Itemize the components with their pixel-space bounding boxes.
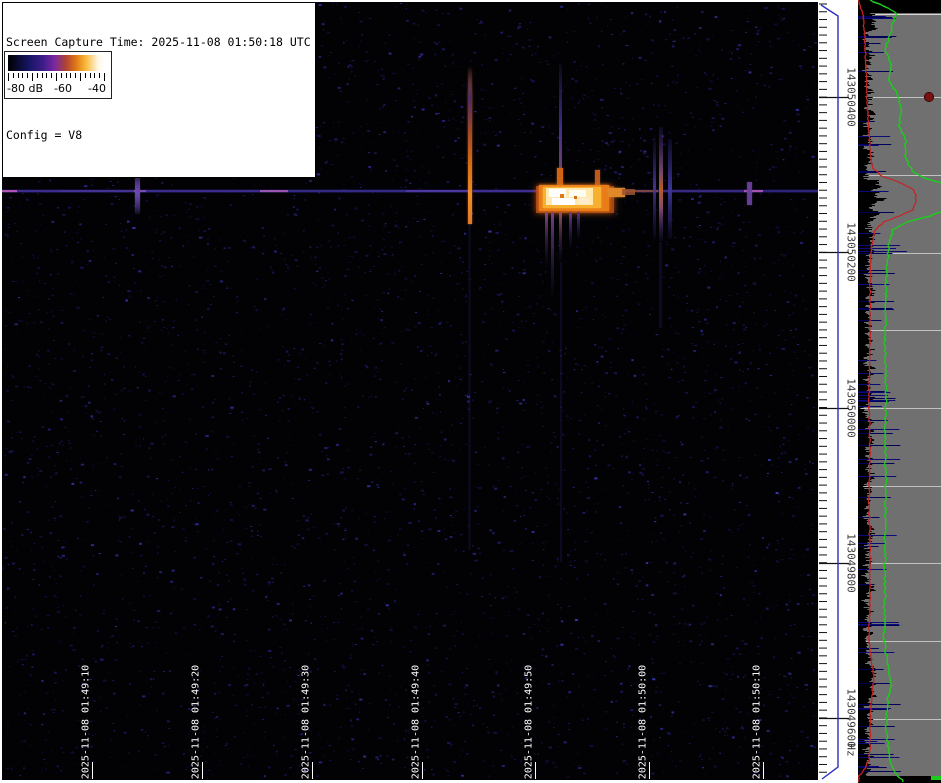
colorbar-tick bbox=[104, 73, 105, 81]
colorbar-label: -60 bbox=[54, 82, 72, 95]
frequency-tick-label: 143050200 bbox=[844, 222, 858, 282]
colorbar-tick bbox=[80, 73, 81, 81]
colorbar-tick bbox=[51, 73, 53, 78]
time-tick-label: 2025-11-08 01:49:20 bbox=[190, 664, 202, 780]
colorbar-tick bbox=[32, 73, 33, 81]
time-tick-label: 2025-11-08 01:49:30 bbox=[300, 664, 312, 780]
colorbar-tick bbox=[75, 73, 77, 78]
colorbar-tick bbox=[56, 73, 57, 81]
colorbar-tick bbox=[22, 73, 24, 78]
time-tick-mark bbox=[312, 762, 313, 779]
colorbar-tick bbox=[84, 73, 86, 78]
time-tick-label: 2025-11-08 01:50:10 bbox=[751, 664, 763, 780]
time-tick-mark bbox=[422, 762, 423, 779]
time-tick-label: 2025-11-08 01:49:10 bbox=[80, 664, 92, 780]
colorbar-tick bbox=[94, 73, 96, 78]
time-tick-mark bbox=[92, 762, 93, 779]
time-tick-label: 2025-11-08 01:49:40 bbox=[410, 664, 422, 780]
colorbar-tick bbox=[46, 73, 48, 78]
frequency-tick-label: 143050000 bbox=[844, 378, 858, 438]
frequency-unit-label: Hz bbox=[844, 743, 858, 757]
screen-capture-window: Screen Capture Time: 2025-11-08 01:50:18… bbox=[0, 0, 941, 783]
spectrum-graph[interactable] bbox=[858, 0, 941, 783]
colorbar-tick bbox=[12, 73, 14, 78]
colorbar-tick bbox=[27, 73, 29, 78]
colorbar-tick bbox=[99, 73, 101, 78]
colorbar-tick bbox=[36, 73, 38, 78]
frequency-tick-label: 143049600 bbox=[844, 688, 858, 748]
colorbar-label: -80 dB bbox=[7, 82, 43, 95]
time-tick-label: 2025-11-08 01:49:50 bbox=[523, 664, 535, 780]
colorbar-tick bbox=[65, 73, 67, 78]
config-label: Config = V8 bbox=[6, 128, 83, 142]
colorbar-gradient bbox=[8, 55, 105, 71]
colorbar-tick bbox=[89, 73, 91, 78]
colorbar-tick bbox=[60, 73, 62, 78]
colorbar-tick bbox=[41, 73, 43, 78]
frequency-tick-label: 143049800 bbox=[844, 533, 858, 593]
frequency-tick-label: 143050400 bbox=[844, 67, 858, 127]
colorbar-tick bbox=[17, 73, 19, 78]
time-tick-mark bbox=[763, 762, 764, 779]
time-tick-label: 2025-11-08 01:50:00 bbox=[637, 664, 649, 780]
colorbar-tick bbox=[70, 73, 72, 78]
intensity-colorbar: -80 dB -60 -40 bbox=[4, 51, 112, 99]
colorbar-label: -40 bbox=[88, 82, 106, 95]
colorbar-tick bbox=[8, 73, 9, 81]
time-tick-mark bbox=[649, 762, 650, 779]
time-tick-mark bbox=[202, 762, 203, 779]
time-tick-mark bbox=[535, 762, 536, 779]
capture-time-label: Screen Capture Time: 2025-11-08 01:50:18… bbox=[6, 35, 311, 49]
